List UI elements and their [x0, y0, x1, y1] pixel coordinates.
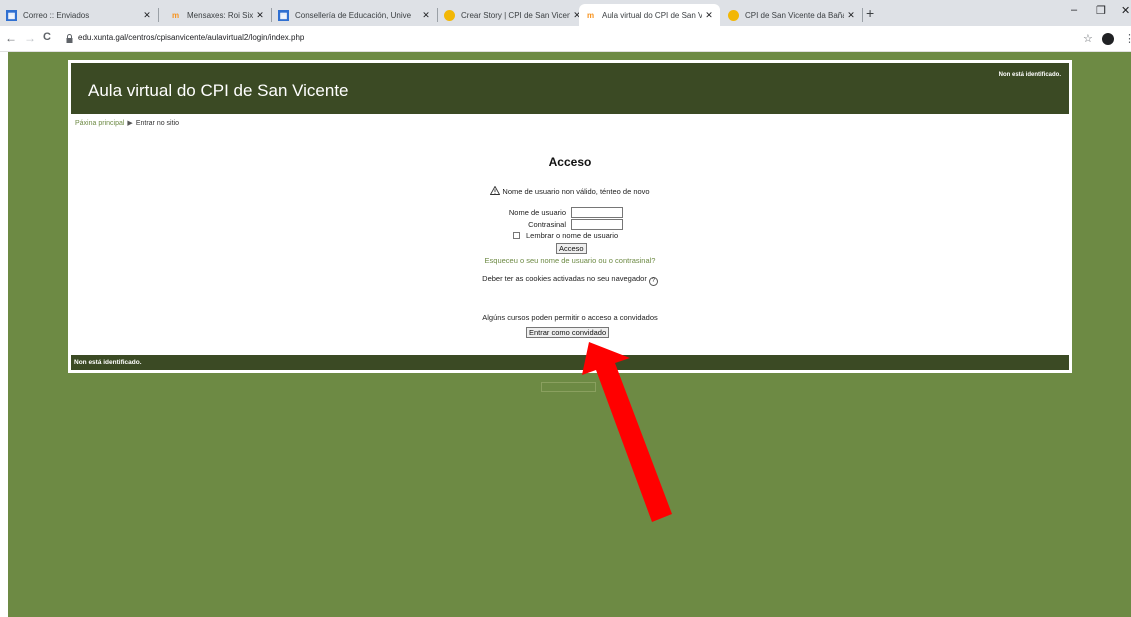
tab-mensaxes[interactable]: m Mensaxes: Roi Sixto ✕ [164, 4, 272, 26]
tab-correo[interactable]: ▦ Correo :: Enviados ✕ [0, 4, 159, 26]
breadcrumb: Páxina principal ▶ Entrar no sitio [75, 119, 179, 127]
tab-title: Aula virtual do CPI de San Vicen [602, 10, 702, 20]
tab-aula-virtual[interactable]: m Aula virtual do CPI de San Vicen ✕ [579, 4, 720, 26]
guest-login-button[interactable]: Entrar como convidado [526, 327, 610, 338]
login-heading: Acceso [548, 155, 592, 169]
reload-icon[interactable]: C [43, 31, 51, 43]
password-input[interactable] [571, 219, 623, 230]
browser-menu-icon[interactable]: ⋮ [1124, 32, 1131, 45]
cookies-notice-text: Deber ter as cookies activadas no seu na… [482, 274, 647, 283]
close-tab-icon[interactable]: ✕ [844, 10, 858, 21]
tab-cpi-san-vicente[interactable]: CPI de San Vicente da Baña ✕ [722, 4, 863, 26]
warning-icon [490, 186, 501, 195]
username-label: Nome de usuario [508, 208, 566, 217]
remember-username-checkbox[interactable] [513, 232, 520, 239]
username-input[interactable] [571, 207, 623, 218]
address-bar[interactable]: edu.xunta.gal/centros/cpisanvicente/aula… [78, 33, 304, 42]
minimize-icon[interactable]: – [1071, 4, 1077, 16]
globe-favicon-icon [728, 9, 739, 21]
tab-crear-story[interactable]: Crear Story | CPI de San Vicente ✕ [438, 4, 588, 26]
lock-icon[interactable] [66, 34, 73, 43]
tab-title: Consellería de Educación, Unive [295, 10, 412, 20]
close-window-icon[interactable]: ✕ [1121, 4, 1130, 17]
xunta-favicon-icon: ▦ [278, 9, 289, 21]
login-error: Nome de usuario non válido, ténteo de no… [71, 186, 1069, 196]
forward-icon[interactable]: → [24, 31, 36, 45]
login-error-text: Nome de usuario non válido, ténteo de no… [502, 187, 650, 196]
login-submit-button[interactable]: Acceso [556, 243, 587, 254]
forgot-credentials-link[interactable]: Esqueceu o seu nome de usuario ou o cont… [71, 256, 1069, 265]
browser-tab-strip: ▦ Correo :: Enviados ✕ m Mensaxes: Roi S… [0, 0, 1131, 26]
close-tab-icon[interactable]: ✕ [140, 10, 154, 21]
moodle-favicon-icon: m [171, 10, 180, 20]
extension-icon[interactable] [1102, 33, 1114, 45]
page-viewport: Aula virtual do CPI de San Vicente Non e… [8, 52, 1131, 617]
close-tab-icon[interactable]: ✕ [419, 10, 433, 21]
tab-conselleria[interactable]: ▦ Consellería de Educación, Unive ✕ [272, 4, 438, 26]
guest-access-text: Algúns cursos poden permitir o acceso a … [482, 313, 658, 322]
password-label: Contrasinal [528, 220, 566, 229]
page-container: Aula virtual do CPI de San Vicente Non e… [68, 60, 1072, 373]
moodle-favicon-icon: m [586, 10, 595, 20]
tab-title: Correo :: Enviados [23, 10, 90, 20]
mail-favicon-icon: ▦ [6, 9, 17, 21]
close-tab-icon[interactable]: ✕ [702, 10, 716, 21]
close-tab-icon[interactable]: ✕ [253, 10, 267, 21]
browser-toolbar: ← → C edu.xunta.gal/centros/cpisanvicent… [0, 26, 1131, 52]
new-tab-button[interactable]: + [866, 5, 874, 21]
breadcrumb-home-link[interactable]: Páxina principal [75, 120, 124, 127]
login-info: Non está identificado. [998, 72, 1061, 78]
bookmark-star-icon[interactable]: ☆ [1083, 32, 1093, 45]
cookies-notice: Deber ter as cookies activadas no seu na… [71, 274, 1069, 286]
tab-title: Crear Story | CPI de San Vicente [461, 10, 570, 20]
restore-icon[interactable]: ❐ [1096, 4, 1106, 17]
footer-login-info: Non está identificado. [74, 359, 142, 366]
footer-widget [541, 382, 596, 392]
breadcrumb-separator-icon: ▶ [127, 120, 133, 127]
remember-username-label: Lembrar o nome de usuario [526, 231, 619, 240]
tab-title: CPI de San Vicente da Baña [745, 10, 844, 20]
globe-favicon-icon [444, 9, 455, 21]
tab-title: Mensaxes: Roi Sixto [187, 10, 253, 20]
site-header: Aula virtual do CPI de San Vicente Non e… [71, 63, 1069, 114]
breadcrumb-current: Entrar no sitio [135, 120, 179, 127]
remember-username: Lembrar o nome de usuario [513, 231, 618, 240]
help-icon[interactable]: ? [648, 277, 658, 286]
back-icon[interactable]: ← [5, 31, 17, 45]
site-title: Aula virtual do CPI de San Vicente [88, 81, 349, 100]
footer-bar: Non está identificado. [71, 355, 1069, 370]
